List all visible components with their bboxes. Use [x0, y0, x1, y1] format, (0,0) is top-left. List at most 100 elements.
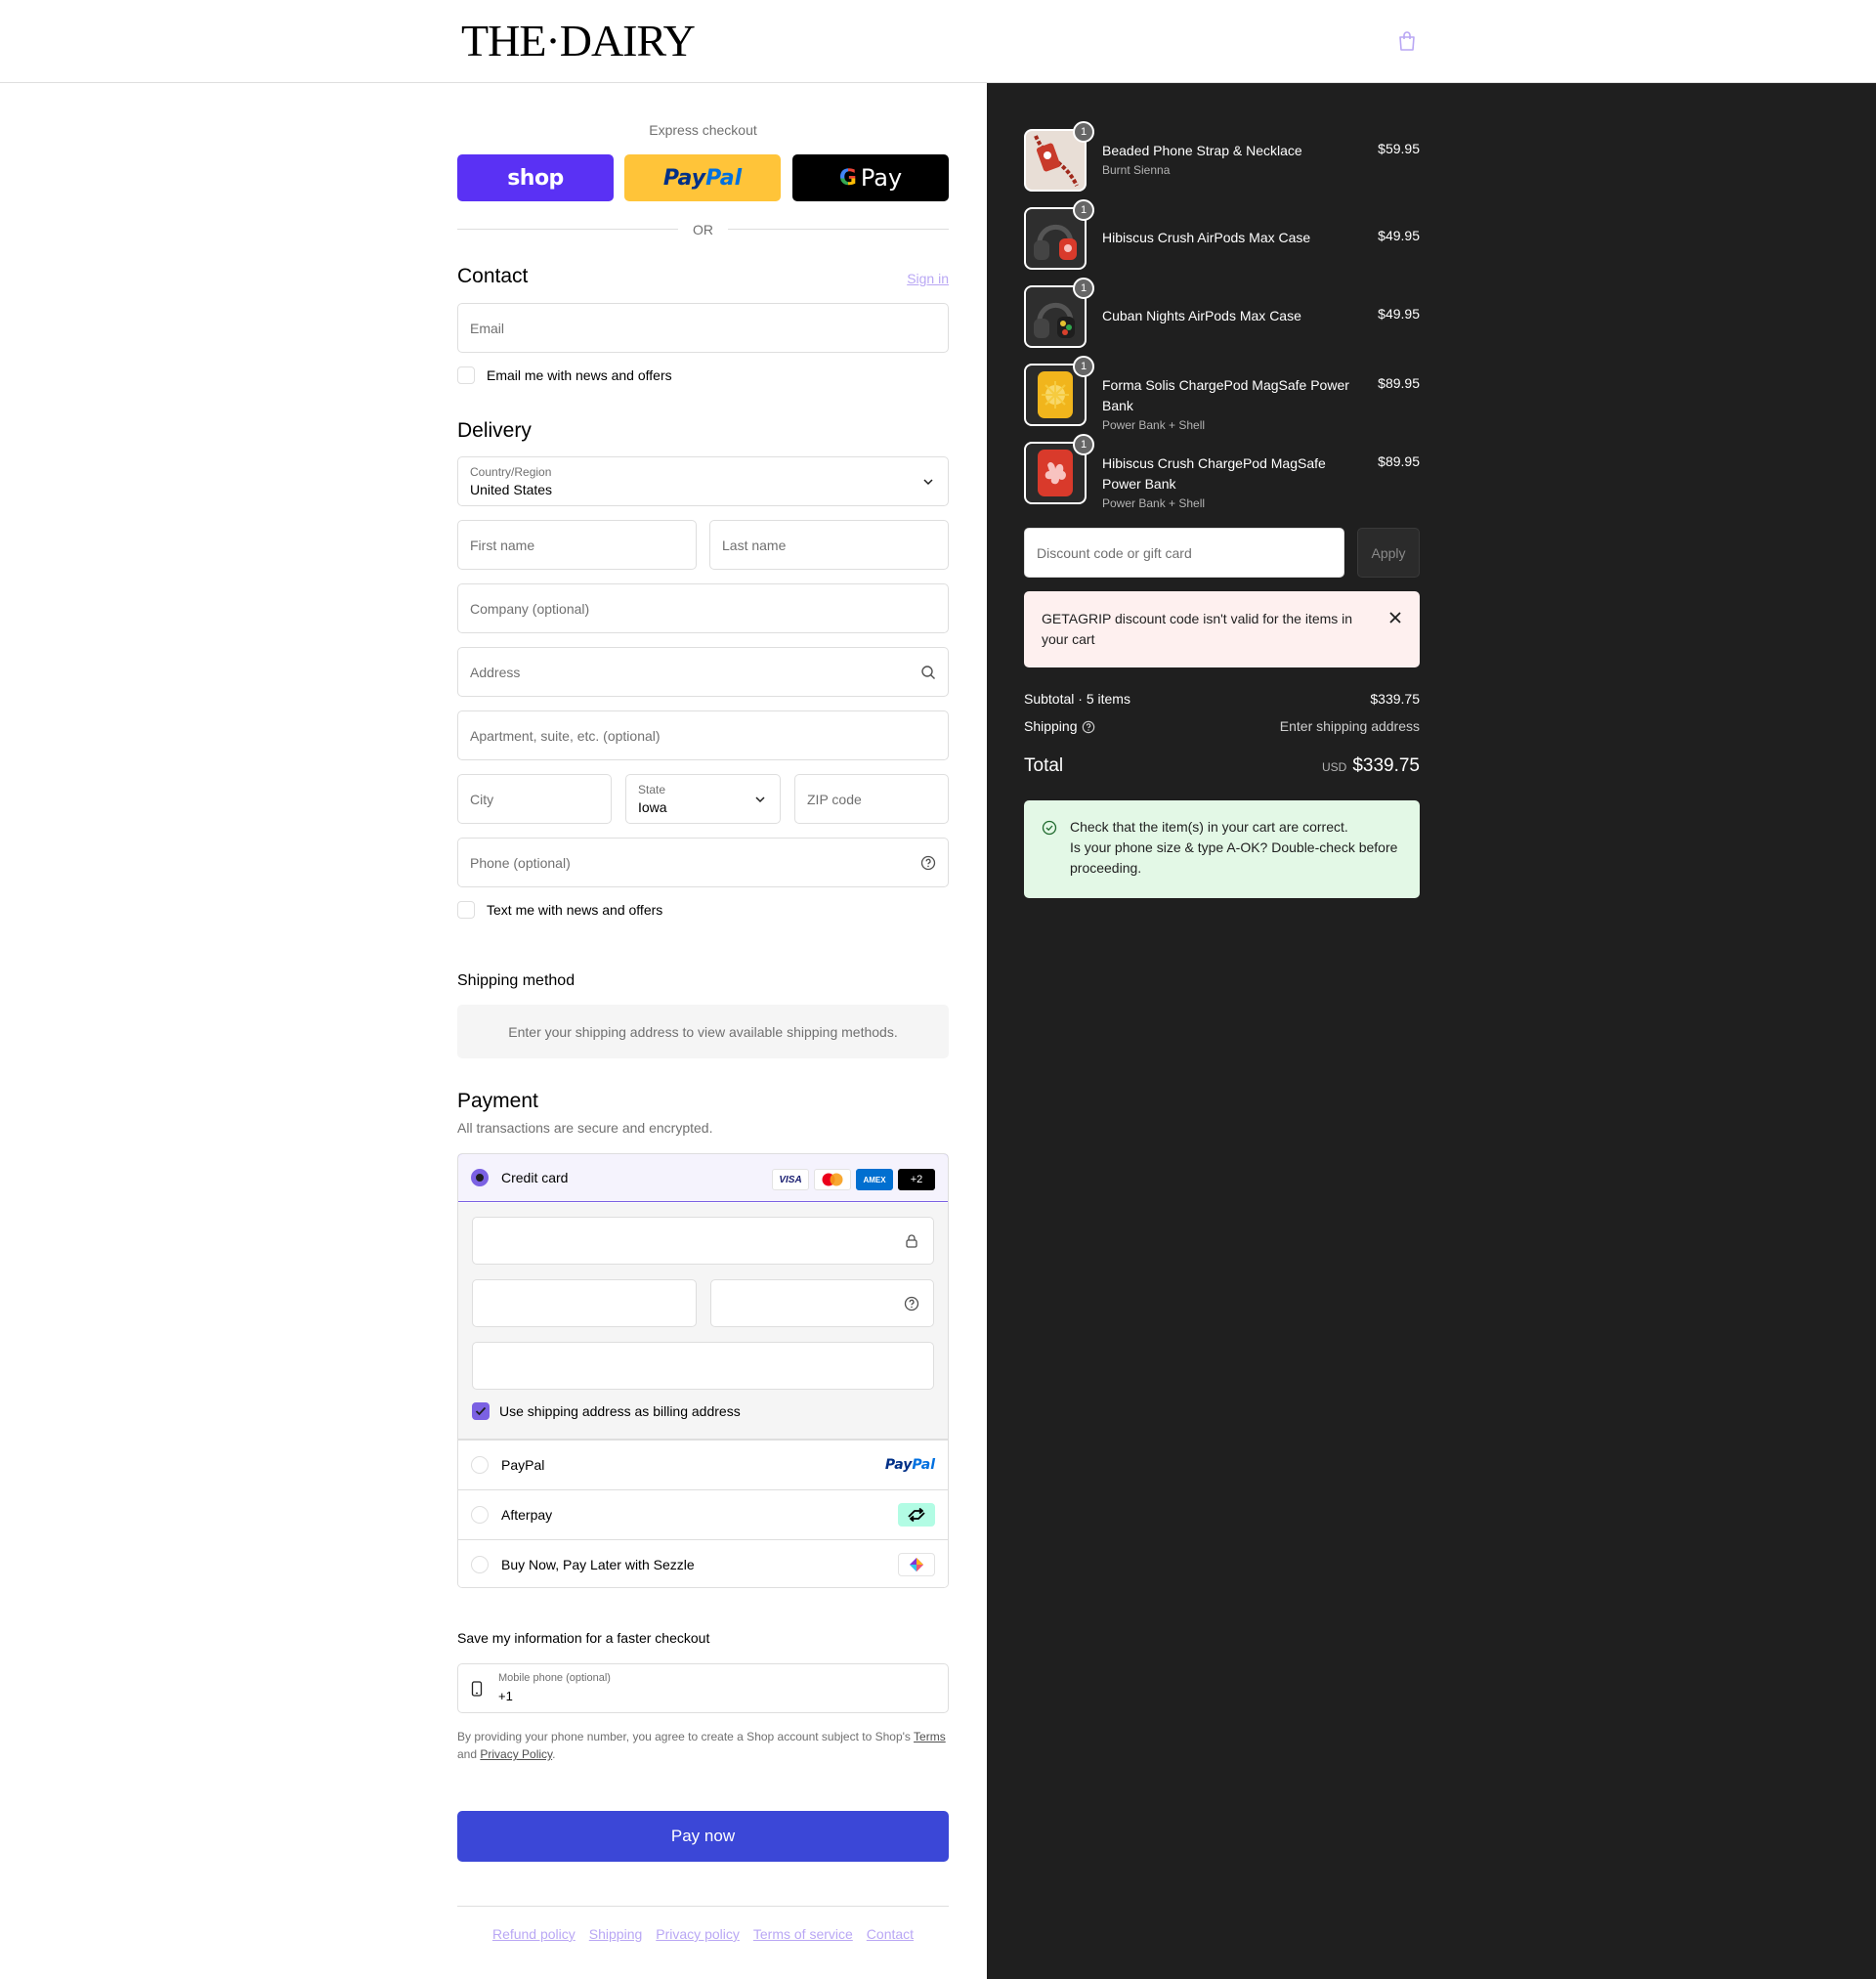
express-checkout-title: Express checkout [649, 122, 757, 138]
credit-card-radio[interactable] [471, 1169, 489, 1186]
credit-card-option[interactable]: Credit card VISA AMEX +2 [458, 1154, 948, 1202]
state-select[interactable]: State Iowa [625, 774, 781, 824]
help-icon[interactable] [904, 1296, 919, 1312]
help-icon[interactable] [1082, 720, 1095, 734]
discount-code-input[interactable]: Discount code or gift card [1024, 528, 1344, 578]
sign-in-link[interactable]: Sign in [907, 271, 949, 286]
footer-links: Refund policy Shipping Privacy policy Te… [457, 1926, 949, 1942]
card-cvv-field[interactable] [710, 1279, 934, 1327]
shipping-policy-link[interactable]: Shipping [589, 1926, 643, 1942]
paypal-label: PayPal [501, 1456, 545, 1473]
shipping-method-title: Shipping method [457, 972, 576, 989]
billing-checkbox-row[interactable]: Use shipping address as billing address [472, 1402, 741, 1420]
city-placeholder: City [470, 792, 494, 807]
refund-policy-link[interactable]: Refund policy [492, 1926, 576, 1942]
mobile-phone-value: +1 [498, 1689, 513, 1703]
terms-of-service-link[interactable]: Terms of service [753, 1926, 853, 1942]
afterpay-option[interactable]: Afterpay [458, 1489, 948, 1538]
total-value: $339.75 [1352, 755, 1420, 776]
country-label: Country/Region [470, 465, 552, 479]
cart-check-line2: Is your phone size & type A-OK? Double-c… [1070, 839, 1398, 876]
item-name: Hibiscus Crush AirPods Max Case [1102, 230, 1311, 245]
subtotal-label: Subtotal · 5 items [1024, 691, 1130, 707]
google-pay-label: Pay [860, 164, 903, 192]
order-summary: 1 Beaded Phone Strap & Necklace Burnt Si… [987, 83, 1876, 1979]
phone-field[interactable]: Phone (optional) [457, 838, 949, 887]
item-price: $89.95 [1378, 453, 1420, 469]
visa-icon: VISA [772, 1169, 809, 1190]
first-name-field[interactable]: First name [457, 520, 697, 570]
google-g-icon: G [838, 165, 857, 191]
paypal-logo-part1: Pay [662, 165, 706, 191]
state-value: Iowa [638, 799, 667, 815]
payment-subtitle: All transactions are secure and encrypte… [457, 1120, 713, 1136]
terms-link[interactable]: Terms [914, 1730, 946, 1743]
shop-pay-button[interactable]: shop [457, 154, 614, 201]
apartment-field[interactable]: Apartment, suite, etc. (optional) [457, 710, 949, 760]
chevron-down-icon [923, 479, 933, 486]
sezzle-option[interactable]: Buy Now, Pay Later with Sezzle [458, 1539, 948, 1587]
paypal-radio[interactable] [471, 1455, 489, 1474]
close-icon[interactable] [1388, 611, 1402, 624]
item-name: Hibiscus Crush ChargePod MagSafe Power B… [1102, 455, 1326, 492]
zip-field[interactable]: ZIP code [794, 774, 949, 824]
card-expiry-field[interactable] [472, 1279, 697, 1327]
cart-item: 1 Beaded Phone Strap & Necklace Burnt Si… [1024, 121, 1420, 192]
credit-card-label: Credit card [501, 1170, 569, 1185]
subtotal-value: $339.75 [1370, 691, 1420, 707]
paypal-option[interactable]: PayPal PayPal [458, 1440, 948, 1488]
google-pay-button[interactable]: G Pay [792, 154, 949, 201]
quantity-badge: 1 [1073, 199, 1094, 221]
country-value: United States [470, 482, 553, 497]
pay-now-button[interactable]: Pay now [457, 1811, 949, 1862]
email-news-checkbox-row[interactable]: Email me with news and offers [457, 366, 672, 384]
zip-placeholder: ZIP code [807, 792, 862, 807]
cart-check-notice: Check that the item(s) in your cart are … [1024, 800, 1420, 898]
store-logo[interactable]: THE·DAIRY [461, 18, 696, 65]
text-news-label: Text me with news and offers [487, 902, 663, 918]
payment-methods: Credit card VISA AMEX +2 Use shipping ad… [457, 1153, 949, 1588]
search-icon [921, 666, 935, 679]
cart-check-line1: Check that the item(s) in your cart are … [1070, 819, 1348, 835]
afterpay-radio[interactable] [471, 1505, 489, 1524]
city-field[interactable]: City [457, 774, 612, 824]
privacy-policy-footer-link[interactable]: Privacy policy [656, 1926, 740, 1942]
item-price: $49.95 [1378, 228, 1420, 243]
country-select[interactable]: Country/Region United States [457, 456, 949, 506]
privacy-policy-link[interactable]: Privacy Policy [480, 1747, 552, 1761]
apply-discount-button[interactable]: Apply [1357, 528, 1420, 578]
email-news-checkbox[interactable] [457, 366, 475, 384]
shipping-label: Shipping [1024, 718, 1078, 734]
paypal-button[interactable]: Pay Pal [624, 154, 781, 201]
lock-icon [906, 1234, 917, 1248]
cart-item: 1 Forma Solis ChargePod MagSafe Power Ba… [1024, 356, 1420, 432]
help-icon[interactable] [920, 855, 936, 871]
first-name-placeholder: First name [470, 538, 535, 553]
email-placeholder: Email [470, 321, 505, 336]
card-number-field[interactable] [472, 1217, 934, 1265]
quantity-badge: 1 [1073, 278, 1094, 299]
cart-item: 1 Cuban Nights AirPods Max Case $49.95 [1024, 278, 1420, 348]
save-info-title: Save my information for a faster checkou… [457, 1630, 710, 1646]
billing-checkbox[interactable] [472, 1402, 490, 1420]
sezzle-radio[interactable] [471, 1555, 489, 1573]
company-placeholder: Company (optional) [470, 601, 590, 617]
mobile-phone-field[interactable]: Mobile phone (optional) +1 [457, 1663, 949, 1713]
card-name-field[interactable] [472, 1342, 934, 1390]
contact-link[interactable]: Contact [867, 1926, 914, 1942]
total-currency: USD [1321, 760, 1347, 774]
legal-text-part: By providing your phone number, you agre… [457, 1730, 915, 1743]
shipping-row: Shipping Enter shipping address [1024, 718, 1420, 734]
discount-code-placeholder: Discount code or gift card [1037, 545, 1192, 561]
address-field[interactable]: Address [457, 647, 949, 697]
item-price: $49.95 [1378, 306, 1420, 322]
item-name: Beaded Phone Strap & Necklace [1102, 143, 1302, 158]
discount-error-banner: GETAGRIP discount code isn't valid for t… [1024, 591, 1420, 667]
sezzle-label: Buy Now, Pay Later with Sezzle [501, 1556, 695, 1572]
text-news-checkbox[interactable] [457, 901, 475, 919]
last-name-field[interactable]: Last name [709, 520, 949, 570]
text-news-checkbox-row[interactable]: Text me with news and offers [457, 901, 662, 919]
shopping-bag-icon[interactable] [1397, 30, 1417, 52]
email-field[interactable]: Email [457, 303, 949, 353]
company-field[interactable]: Company (optional) [457, 583, 949, 633]
